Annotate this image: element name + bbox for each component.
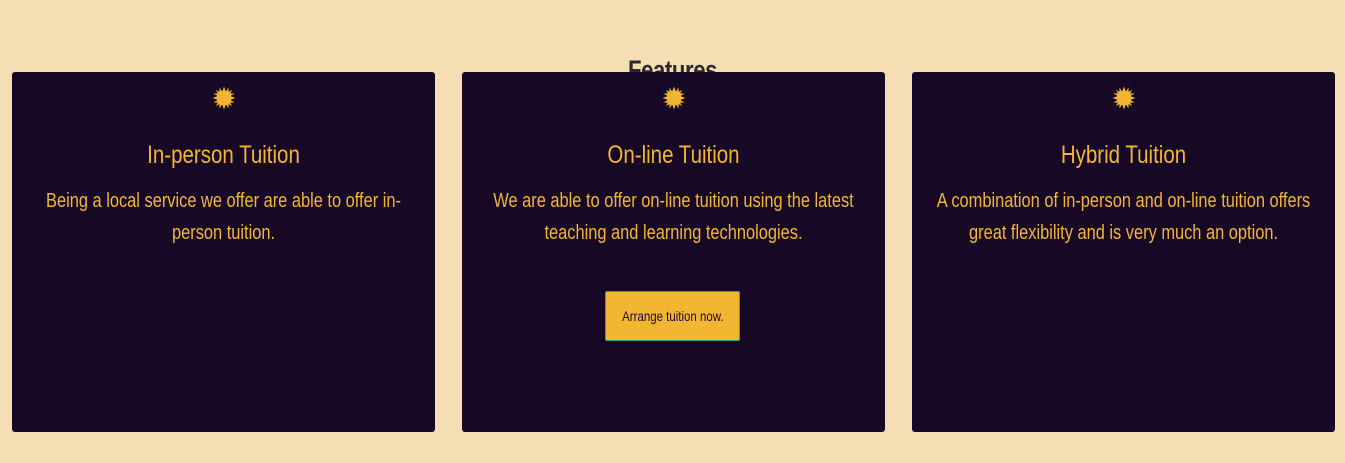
sun-icon [1112,86,1135,110]
card-title: In-person Tuition [147,141,300,169]
arrange-tuition-button[interactable]: Arrange tuition now. [605,291,740,341]
sun-icon [212,86,235,110]
sun-icon [662,86,685,110]
card-description: Being a local service we offer are able … [28,185,419,249]
card-title: On-line Tuition [607,141,740,169]
arrange-tuition-button-label: Arrange tuition now. [621,308,724,324]
card-description: We are able to offer on-line tuition usi… [478,185,869,249]
card-description-text: We are able to offer on-line tuition usi… [493,190,854,244]
feature-card-online: On-line Tuition We are able to offer on-… [462,72,885,432]
feature-card-in-person: In-person Tuition Being a local service … [12,72,435,432]
feature-card-hybrid: Hybrid Tuition A combination of in-perso… [912,72,1335,432]
card-description: A combination of in-person and on-line t… [928,185,1319,249]
card-description-text: A combination of in-person and on-line t… [936,190,1311,244]
card-title: Hybrid Tuition [1060,141,1187,169]
card-description-text: Being a local service we offer are able … [46,190,401,244]
